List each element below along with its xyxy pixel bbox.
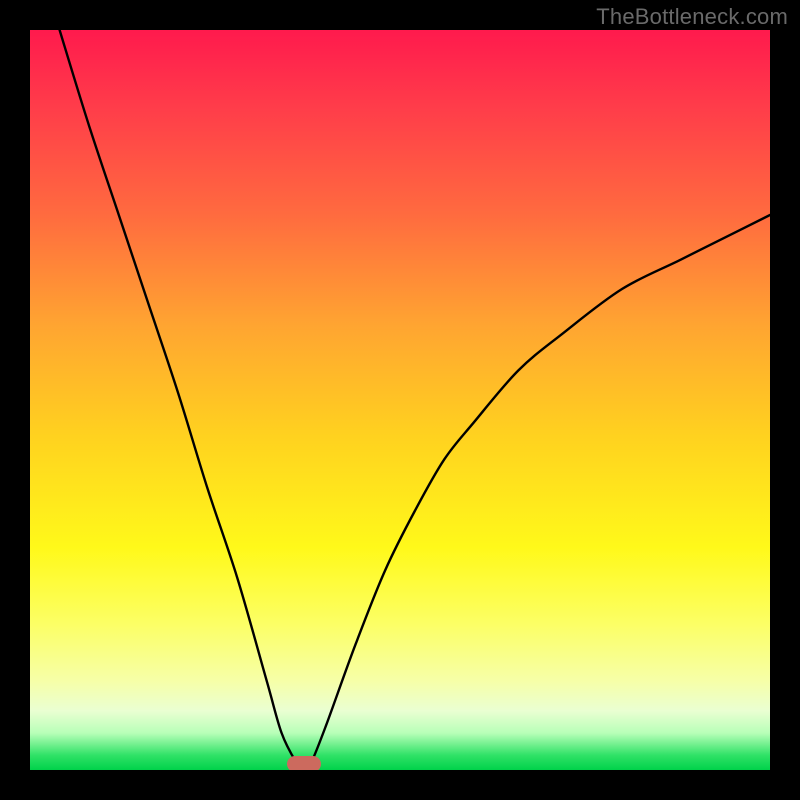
chart-frame: TheBottleneck.com xyxy=(0,0,800,800)
bottleneck-curve xyxy=(30,30,770,770)
optimal-marker xyxy=(287,756,321,770)
watermark-text: TheBottleneck.com xyxy=(596,4,788,30)
plot-area xyxy=(30,30,770,770)
